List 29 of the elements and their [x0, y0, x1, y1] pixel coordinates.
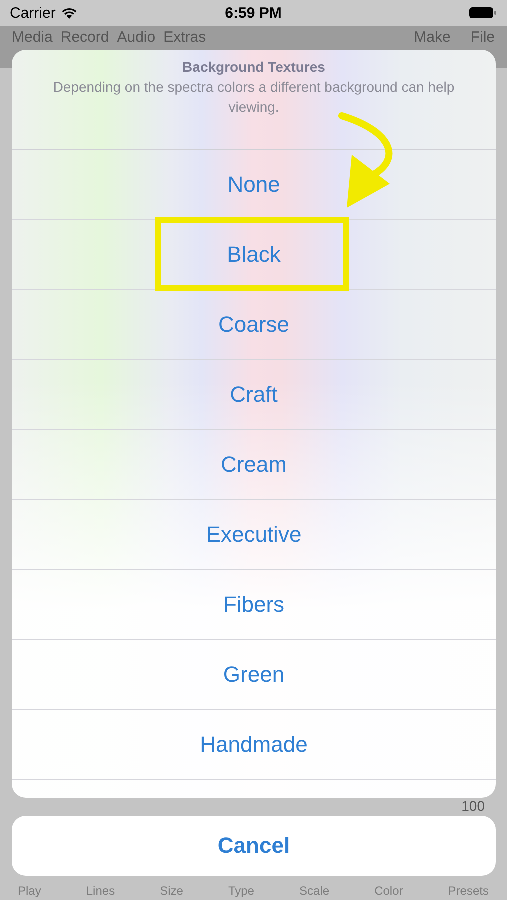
carrier-label: Carrier — [10, 4, 56, 22]
menu-item[interactable]: Record — [60, 29, 110, 46]
tab-label[interactable]: Lines — [86, 884, 116, 898]
option-button[interactable]: Cream — [12, 430, 496, 500]
tab-label[interactable]: Type — [228, 884, 254, 898]
option-button[interactable]: Green — [12, 640, 496, 710]
option-button[interactable]: Fibers — [12, 570, 496, 640]
menu-item[interactable]: Extras — [164, 29, 206, 46]
sheet-title: Background Textures — [182, 59, 326, 75]
menu-item[interactable]: File — [470, 29, 495, 46]
value-label: 100 — [462, 798, 485, 814]
tab-label[interactable]: Scale — [300, 884, 330, 898]
menu-item[interactable]: Audio — [117, 29, 156, 46]
cancel-button[interactable]: Cancel — [12, 816, 496, 876]
tab-label[interactable]: Presets — [448, 884, 489, 898]
option-button[interactable]: Black — [12, 220, 496, 290]
sheet-message: Depending on the spectra colors a different background can help viewing. — [52, 78, 456, 117]
status-time: 6:59 PM — [225, 4, 282, 22]
tab-label[interactable]: Size — [160, 884, 184, 898]
battery-icon — [469, 7, 498, 19]
option-button[interactable]: Craft — [12, 360, 496, 430]
tab-label[interactable]: Color — [374, 884, 404, 898]
option-button[interactable]: Coarse — [12, 290, 496, 360]
menu-item[interactable]: Make — [414, 29, 451, 46]
option-button[interactable]: Handmade — [12, 710, 496, 780]
menu-item[interactable]: Media — [12, 29, 53, 46]
option-button[interactable]: Executive — [12, 500, 496, 570]
tab-label[interactable]: Play — [18, 884, 42, 898]
wifi-icon — [60, 7, 78, 19]
